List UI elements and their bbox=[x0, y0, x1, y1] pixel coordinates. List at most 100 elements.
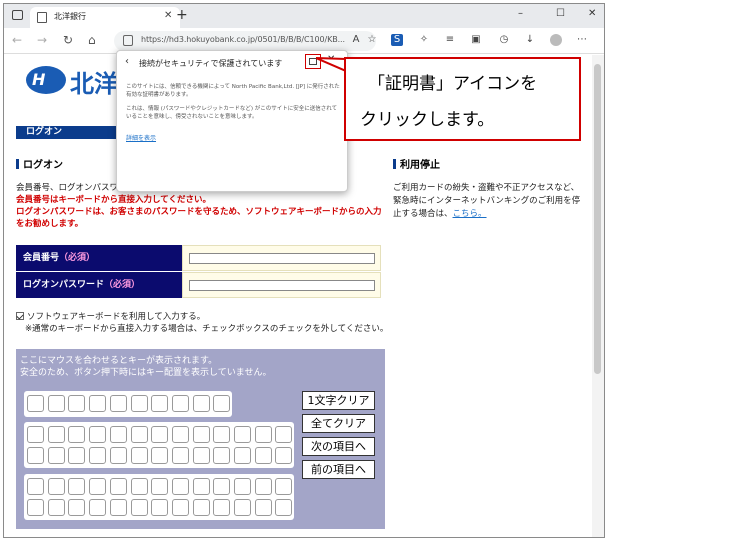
bank-logo-text: 北洋 bbox=[70, 70, 118, 98]
keyboard-key[interactable] bbox=[109, 395, 127, 412]
keyboard-key[interactable] bbox=[89, 447, 107, 464]
keyboard-key[interactable] bbox=[27, 478, 44, 495]
tab-actions-icon[interactable] bbox=[12, 10, 23, 20]
more-menu-icon[interactable]: ⋯ bbox=[576, 34, 588, 46]
keyboard-key[interactable] bbox=[68, 499, 86, 516]
downloads-icon[interactable]: ↓ bbox=[524, 34, 536, 46]
keyboard-key[interactable] bbox=[213, 395, 231, 412]
maximize-button[interactable]: ☐ bbox=[556, 8, 565, 19]
keyboard-key[interactable] bbox=[109, 447, 127, 464]
keyboard-key[interactable] bbox=[89, 478, 107, 495]
browser-tab[interactable]: 北洋銀行 ✕ bbox=[30, 7, 180, 28]
clear-all-button[interactable]: 全てクリア bbox=[302, 414, 375, 433]
keyboard-key[interactable] bbox=[192, 426, 210, 443]
keyboard-key[interactable] bbox=[171, 478, 189, 495]
favorites-icon[interactable]: ≡ bbox=[444, 34, 456, 46]
keyboard-key[interactable] bbox=[254, 499, 272, 516]
keyboard-key[interactable] bbox=[130, 499, 148, 516]
keyboard-key[interactable] bbox=[27, 426, 44, 443]
keyboard-key[interactable] bbox=[130, 447, 148, 464]
keyboard-key[interactable] bbox=[151, 426, 169, 443]
keyboard-key[interactable] bbox=[151, 447, 169, 464]
keyboard-key[interactable] bbox=[109, 478, 127, 495]
keyboard-key[interactable] bbox=[213, 478, 231, 495]
address-bar[interactable]: https://hd3.hokuyobank.co.jp/0501/B/B/B/… bbox=[114, 31, 376, 51]
keyboard-key[interactable] bbox=[192, 395, 210, 412]
keyboard-key[interactable] bbox=[47, 426, 65, 443]
keyboard-key[interactable] bbox=[254, 447, 272, 464]
keyboard-key[interactable] bbox=[192, 447, 210, 464]
lock-icon[interactable] bbox=[123, 35, 133, 46]
password-input[interactable] bbox=[189, 280, 375, 291]
keyboard-key[interactable] bbox=[254, 426, 272, 443]
profile-avatar[interactable] bbox=[550, 34, 562, 46]
keyboard-key[interactable] bbox=[171, 447, 189, 464]
prev-field-button[interactable]: 前の項目へ bbox=[302, 460, 375, 479]
keyboard-key[interactable] bbox=[171, 426, 189, 443]
tab-close-icon[interactable]: ✕ bbox=[164, 10, 172, 21]
scrollbar-thumb[interactable] bbox=[594, 64, 601, 374]
close-window-button[interactable]: ✕ bbox=[588, 8, 596, 19]
puzzle-icon[interactable]: ✧ bbox=[418, 34, 430, 46]
password-row: ログオンパスワード（必須） bbox=[16, 272, 381, 299]
keyboard-key[interactable] bbox=[68, 395, 86, 412]
favorite-add-icon[interactable]: ☆ bbox=[366, 34, 378, 46]
clear-one-char-button[interactable]: 1文字クリア bbox=[302, 391, 375, 410]
stop-service-link[interactable]: こちら。 bbox=[453, 209, 487, 219]
keyboard-key[interactable] bbox=[275, 499, 293, 516]
keyboard-key[interactable] bbox=[234, 478, 251, 495]
forward-icon[interactable]: → bbox=[37, 33, 47, 47]
keyboard-key[interactable] bbox=[254, 478, 272, 495]
keyboard-key[interactable] bbox=[234, 447, 251, 464]
keyboard-key[interactable] bbox=[68, 447, 86, 464]
home-icon[interactable]: ⌂ bbox=[88, 33, 96, 47]
keyboard-key[interactable] bbox=[171, 395, 189, 412]
keyboard-key[interactable] bbox=[68, 426, 86, 443]
keyboard-key[interactable] bbox=[151, 499, 169, 516]
member-no-input[interactable] bbox=[189, 253, 375, 264]
popup-more-link[interactable]: 詳細を表示 bbox=[126, 133, 156, 142]
keyboard-key[interactable] bbox=[47, 447, 65, 464]
keyboard-key[interactable] bbox=[27, 499, 44, 516]
refresh-icon[interactable]: ↻ bbox=[63, 33, 73, 47]
next-field-button[interactable]: 次の項目へ bbox=[302, 437, 375, 456]
keyboard-key[interactable] bbox=[27, 447, 44, 464]
keyboard-key[interactable] bbox=[192, 478, 210, 495]
keyboard-key[interactable] bbox=[275, 447, 293, 464]
keyboard-key[interactable] bbox=[130, 478, 148, 495]
keyboard-key[interactable] bbox=[27, 395, 44, 412]
back-icon[interactable]: ← bbox=[12, 33, 22, 47]
keyboard-key[interactable] bbox=[151, 395, 169, 412]
keyboard-key[interactable] bbox=[234, 499, 251, 516]
software-keyboard-checkbox[interactable] bbox=[16, 312, 24, 320]
popup-back-icon[interactable]: ‹ bbox=[125, 56, 129, 67]
extension-icon[interactable]: S bbox=[391, 34, 403, 46]
minimize-button[interactable]: – bbox=[518, 8, 523, 19]
keyboard-key[interactable] bbox=[213, 499, 231, 516]
keyboard-key[interactable] bbox=[192, 499, 210, 516]
software-keyboard[interactable]: ここにマウスを合わせるとキーが表示されます。 安全のため、ボタン押下時にはキー配… bbox=[16, 349, 385, 529]
keyboard-key[interactable] bbox=[275, 478, 293, 495]
keyboard-key[interactable] bbox=[89, 499, 107, 516]
keyboard-key[interactable] bbox=[151, 478, 169, 495]
callout-line1: 「証明書」アイコンを bbox=[368, 74, 538, 94]
read-aloud-icon[interactable]: A bbox=[350, 34, 362, 46]
keyboard-key[interactable] bbox=[130, 426, 148, 443]
new-tab-button[interactable]: + bbox=[176, 7, 188, 23]
keyboard-key[interactable] bbox=[171, 499, 189, 516]
keyboard-key[interactable] bbox=[47, 395, 65, 412]
collections-icon[interactable]: ▣ bbox=[470, 34, 482, 46]
keyboard-key[interactable] bbox=[109, 499, 127, 516]
keyboard-key[interactable] bbox=[89, 395, 107, 412]
keyboard-key[interactable] bbox=[47, 478, 65, 495]
keyboard-key[interactable] bbox=[47, 499, 65, 516]
keyboard-key[interactable] bbox=[89, 426, 107, 443]
keyboard-key[interactable] bbox=[130, 395, 148, 412]
keyboard-key[interactable] bbox=[234, 426, 251, 443]
keyboard-key[interactable] bbox=[213, 447, 231, 464]
keyboard-key[interactable] bbox=[275, 426, 293, 443]
keyboard-key[interactable] bbox=[68, 478, 86, 495]
history-icon[interactable]: ◷ bbox=[498, 34, 510, 46]
keyboard-key[interactable] bbox=[213, 426, 231, 443]
keyboard-key[interactable] bbox=[109, 426, 127, 443]
